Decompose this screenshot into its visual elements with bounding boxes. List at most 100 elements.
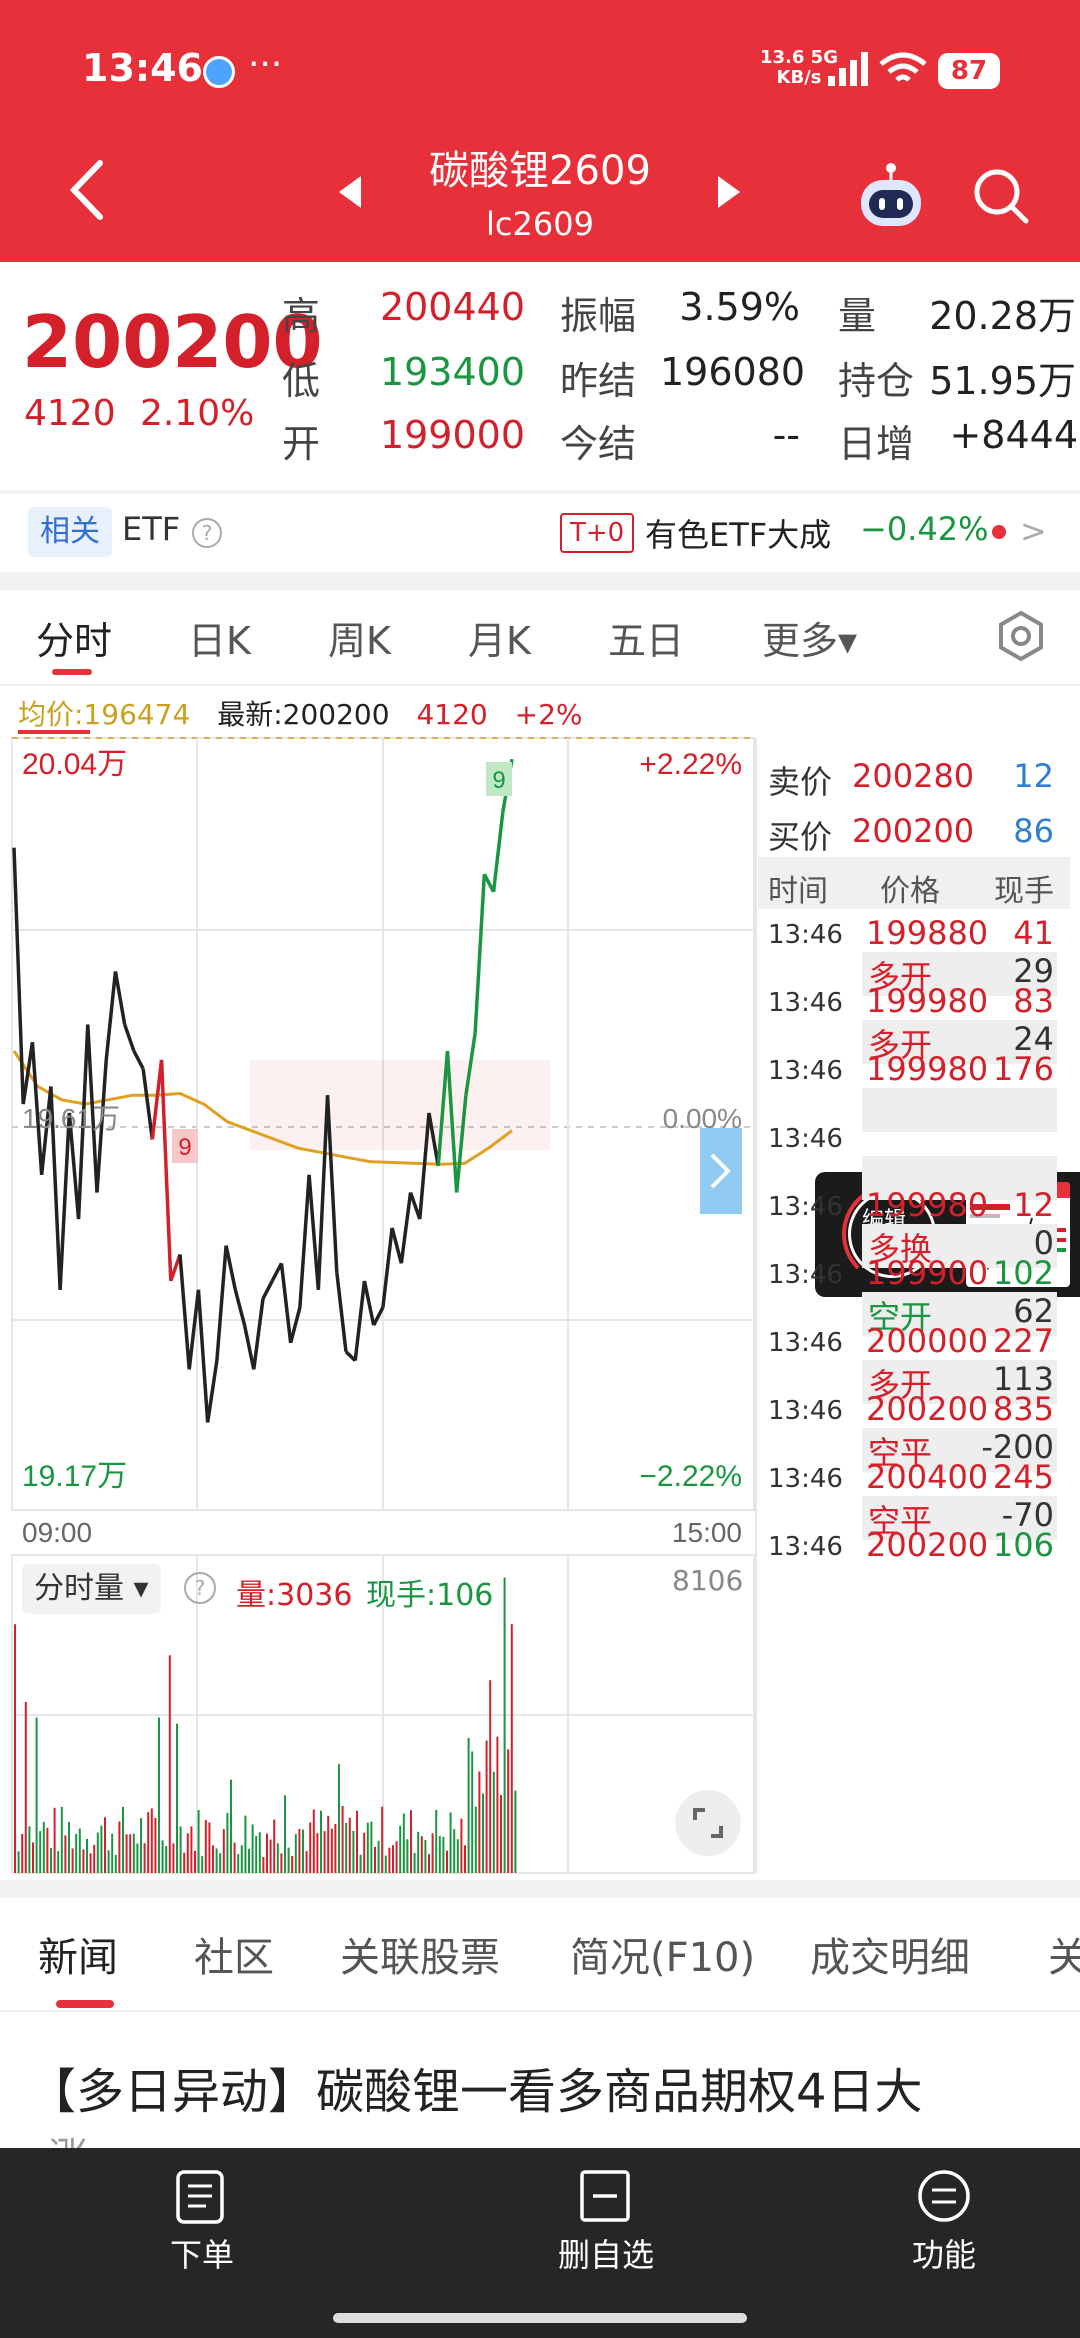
volume-bar xyxy=(359,1854,362,1873)
signal-icon xyxy=(828,52,868,86)
trade-time: 13:46 xyxy=(768,1532,843,1562)
settings-icon[interactable] xyxy=(995,610,1047,662)
price-segment xyxy=(21,1041,35,1105)
volume-bar xyxy=(172,1843,175,1873)
next-contract-icon[interactable] xyxy=(714,172,744,212)
volume-bar xyxy=(352,1830,355,1873)
tab-five-day[interactable]: 五日 xyxy=(608,610,684,665)
volume-bar xyxy=(269,1839,272,1873)
volume-bar xyxy=(334,1823,337,1873)
wifi-icon xyxy=(879,52,927,82)
volume-bar xyxy=(104,1817,106,1873)
help-icon[interactable]: ? xyxy=(184,1572,216,1604)
home-indicator[interactable] xyxy=(333,2313,747,2323)
volume-bar xyxy=(399,1825,402,1873)
price-segment xyxy=(473,874,487,1034)
functions-icon[interactable] xyxy=(844,2168,1044,2224)
prev-settle-value: 196080 xyxy=(660,350,806,394)
help-icon[interactable]: ? xyxy=(192,518,222,548)
tab-underline xyxy=(52,669,92,675)
status-bar: 13:46 ··· 13.6 5G KB/s 87 xyxy=(0,0,1080,130)
tab-intraday[interactable]: 分时 xyxy=(36,610,112,665)
volume-bar xyxy=(17,1851,20,1873)
volume-bar xyxy=(89,1853,92,1873)
price-segment xyxy=(242,1324,256,1370)
side-expand-bg[interactable] xyxy=(700,1128,742,1214)
etf-name[interactable]: 有色ETF大成 xyxy=(645,510,831,556)
globe-icon xyxy=(203,56,235,88)
low-label: 低 xyxy=(282,359,321,403)
marker-red: 9 xyxy=(178,1134,191,1161)
search-icon[interactable] xyxy=(970,165,1032,227)
volume-type-dropdown[interactable]: 分时量 ▾ xyxy=(22,1564,161,1614)
news-headline[interactable]: 【多日异动】碳酸锂一看多商品期权4日大 xyxy=(28,2058,1068,2148)
volume-bar xyxy=(446,1850,448,1873)
tab-community[interactable]: 社区 xyxy=(194,1925,274,1983)
tab-daily-k[interactable]: 日K xyxy=(188,610,251,665)
nav-order-label[interactable]: 下单 xyxy=(102,2230,302,2276)
volume-hand: 现手:106 xyxy=(366,1578,494,1613)
last-price: 200200 xyxy=(22,300,323,384)
volume-bar xyxy=(28,1826,31,1873)
volume-bar xyxy=(46,1827,49,1873)
tab-monthly-k[interactable]: 月K xyxy=(468,610,531,665)
volume-qty: 量:3036 xyxy=(236,1578,353,1613)
volume-bar xyxy=(60,1806,63,1873)
tab-related-stocks[interactable]: 关联股票 xyxy=(340,1925,500,1983)
divider xyxy=(0,572,1080,590)
latest-price: 最新:200200 xyxy=(217,698,390,731)
amplitude-value: 3.59% xyxy=(679,285,800,329)
volume-bar xyxy=(201,1856,204,1873)
volume-bar xyxy=(510,1624,513,1873)
status-time: 13:46 xyxy=(82,46,203,90)
volume-bar xyxy=(471,1751,474,1873)
price-segment xyxy=(215,1245,228,1361)
robot-assistant-icon[interactable] xyxy=(855,160,927,232)
price-segment xyxy=(491,812,505,893)
price-segment xyxy=(381,1227,394,1308)
volume-bar xyxy=(255,1836,258,1873)
settle-label: 今结 xyxy=(560,422,637,466)
tab-more[interactable]: 关 xyxy=(1048,1925,1080,1983)
trade-volume: 176 xyxy=(992,1050,1054,1088)
news-headline-continued[interactable]: 涨 xyxy=(48,2125,88,2149)
nav-remove-watchlist-label[interactable]: 删自选 xyxy=(506,2230,706,2276)
volume-bar xyxy=(158,1717,160,1873)
volume-bar xyxy=(507,1749,510,1873)
low-value: 193400 xyxy=(379,350,525,394)
price-segment xyxy=(399,1192,413,1264)
volume-bar xyxy=(266,1833,268,1873)
chevron-right-icon[interactable]: > xyxy=(1020,512,1047,550)
volume-bar xyxy=(356,1810,358,1873)
volume-bar xyxy=(107,1850,110,1873)
volume-bar xyxy=(230,1779,232,1873)
bid-price[interactable]: 200200 xyxy=(852,812,974,850)
etf-change: −0.42% xyxy=(860,510,989,548)
volume-bar xyxy=(428,1854,430,1873)
nav-functions-label[interactable]: 功能 xyxy=(844,2230,1044,2276)
volume-bar xyxy=(338,1764,340,1873)
trade-volume: 227 xyxy=(992,1322,1054,1360)
ask-price[interactable]: 200280 xyxy=(852,757,974,795)
fullscreen-icon[interactable] xyxy=(675,1790,741,1856)
volume-bar xyxy=(280,1853,283,1873)
volume-bar xyxy=(348,1817,351,1873)
tab-profile-f10[interactable]: 简况(F10) xyxy=(570,1925,755,1983)
remove-watchlist-icon[interactable] xyxy=(506,2168,706,2224)
tab-more[interactable]: 更多▾ xyxy=(762,610,857,665)
volume-bar xyxy=(71,1848,74,1873)
tab-news[interactable]: 新闻 xyxy=(38,1925,118,1983)
volume-bar xyxy=(478,1771,481,1873)
volume-bar xyxy=(42,1821,45,1873)
volume-bar xyxy=(118,1821,121,1873)
trade-price: 199980 xyxy=(866,1050,989,1088)
tab-trade-detail[interactable]: 成交明细 xyxy=(810,1925,970,1983)
volume-bar xyxy=(21,1834,24,1873)
chart-bot-label: 19.17万 xyxy=(22,1460,127,1493)
tab-weekly-k[interactable]: 周K xyxy=(328,610,391,665)
volume-bar xyxy=(165,1846,168,1873)
volume-bar xyxy=(132,1833,135,1873)
trade-time: 13:46 xyxy=(768,1396,843,1426)
order-icon[interactable] xyxy=(102,2168,302,2224)
volume-bar xyxy=(179,1826,182,1873)
